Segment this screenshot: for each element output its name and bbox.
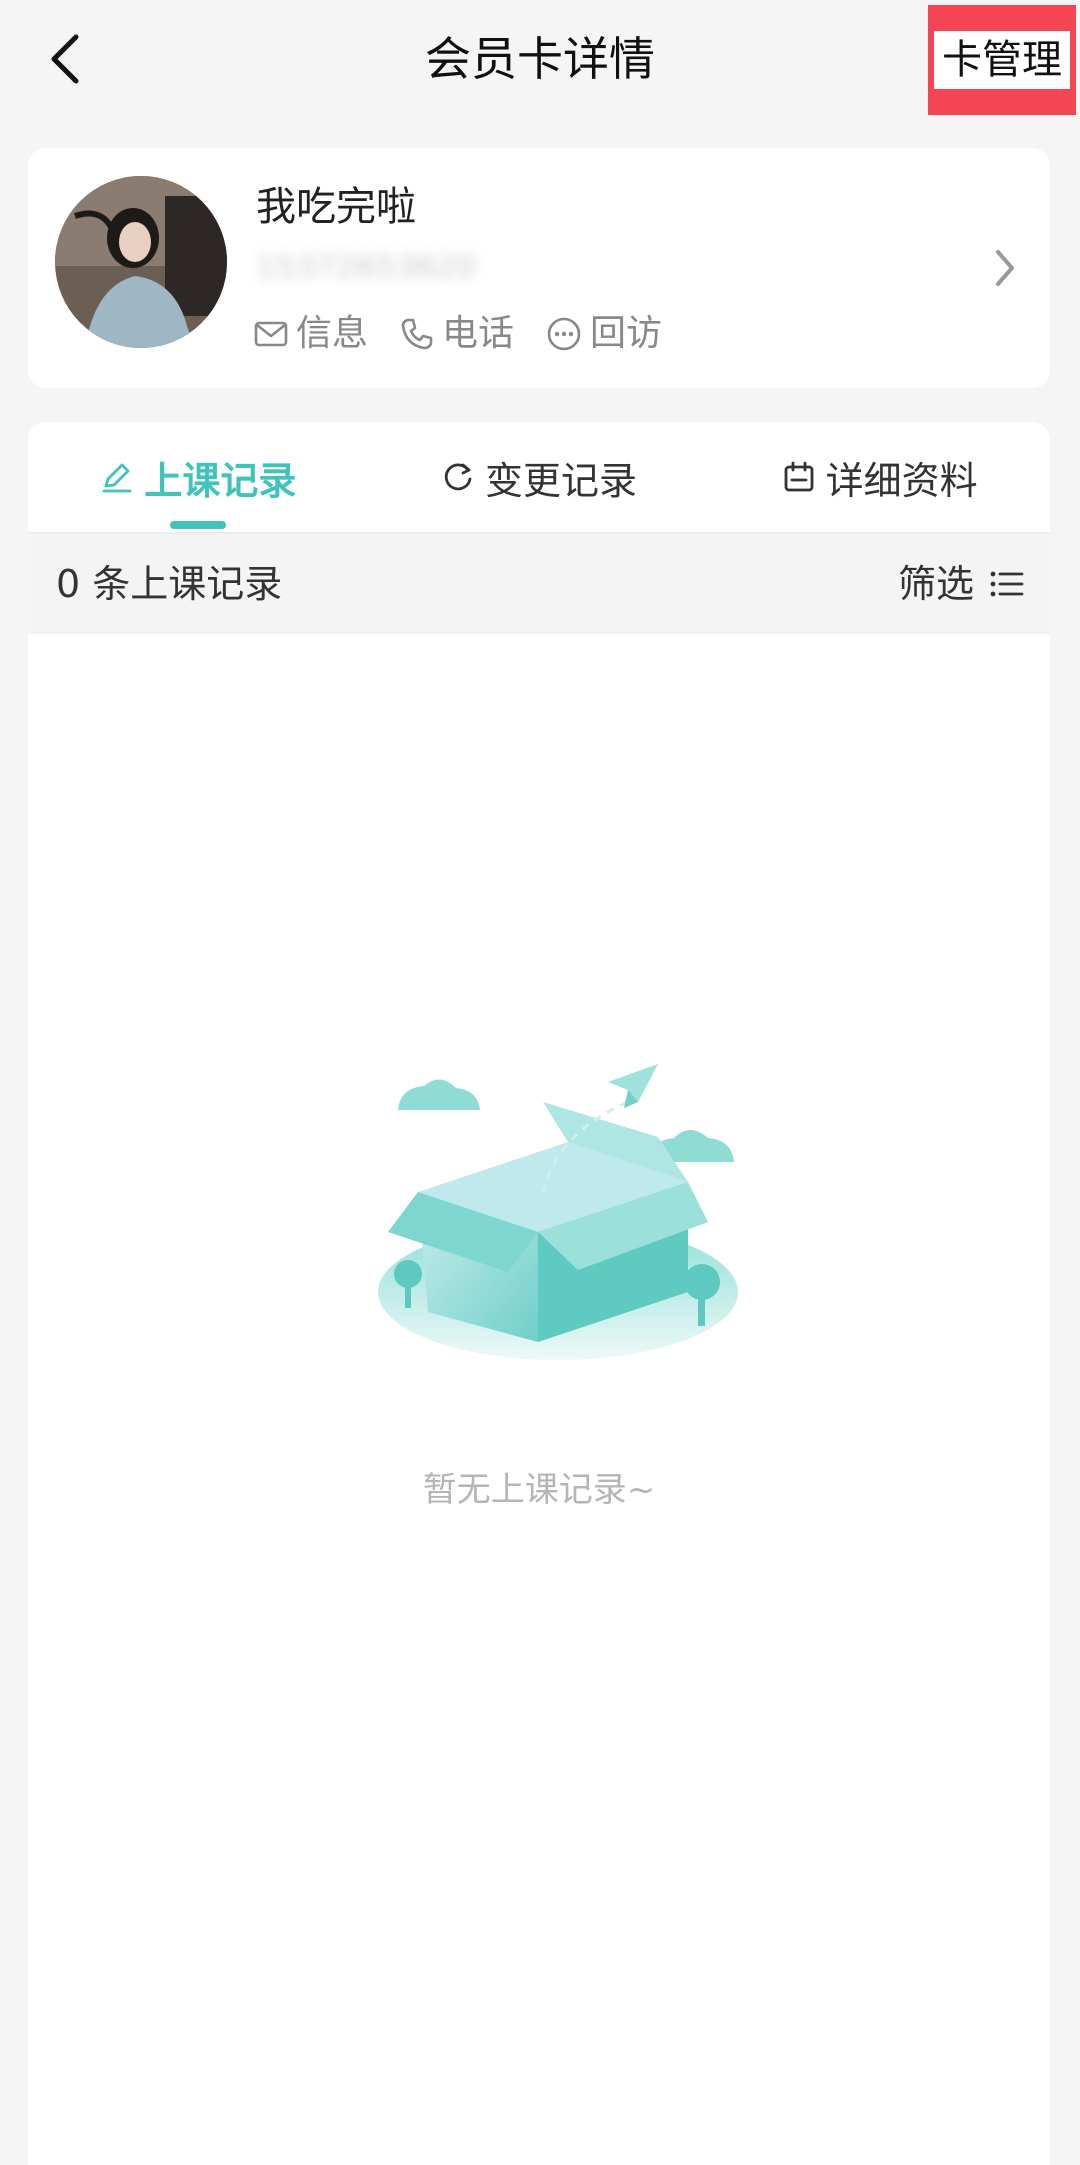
- call-action-label: 电话: [442, 313, 515, 354]
- tab-class-records[interactable]: 上课记录: [28, 422, 369, 532]
- active-tab-indicator: [170, 521, 226, 529]
- member-profile-card[interactable]: 我吃完啦 15372653620 信息 电话 回访: [28, 148, 1050, 388]
- top-nav-bar: 会员卡详情 卡管理: [0, 0, 1080, 118]
- pencil-icon: [102, 463, 132, 493]
- empty-state-text: 暂无上课记录~: [422, 1470, 656, 1510]
- records-toolbar: 0 条上课记录 筛选: [28, 534, 1050, 634]
- tab-change-records-label: 变更记录: [485, 458, 638, 503]
- tab-change-records[interactable]: 变更记录: [369, 422, 710, 532]
- list-filter-icon: [990, 571, 1024, 597]
- card-manage-label: 卡管理: [934, 31, 1070, 89]
- avatar: [55, 176, 227, 348]
- records-count: 0 条上课记录: [56, 562, 283, 606]
- empty-box-illustration: [378, 1064, 738, 1360]
- contact-actions: 信息 电话 回访: [254, 308, 662, 360]
- refresh-icon: [444, 463, 472, 491]
- chevron-right-icon: [996, 250, 1014, 286]
- member-name: 我吃完啦: [256, 184, 416, 230]
- member-phone: 15372653620: [256, 250, 477, 285]
- card-manage-button[interactable]: 卡管理: [928, 5, 1076, 115]
- tab-bar: 上课记录 变更记录 详细资料: [28, 422, 1050, 534]
- phone-icon: [401, 318, 433, 350]
- mail-icon: [254, 321, 288, 347]
- calendar-icon: [784, 461, 814, 492]
- followup-action[interactable]: 回访: [546, 308, 662, 360]
- chat-dots-icon: [547, 317, 581, 351]
- tab-details-label: 详细资料: [825, 458, 978, 503]
- followup-action-label: 回访: [590, 313, 663, 354]
- filter-label: 筛选: [897, 562, 974, 606]
- records-panel: 上课记录 变更记录 详细资料 0 条上课记录 筛选 暂无上课记录~: [28, 422, 1050, 2165]
- message-action-label: 信息: [296, 313, 369, 354]
- page-title: 会员卡详情: [425, 32, 655, 86]
- tab-details[interactable]: 详细资料: [709, 422, 1050, 532]
- call-action[interactable]: 电话: [400, 308, 514, 360]
- tab-class-records-label: 上课记录: [144, 458, 297, 503]
- filter-button[interactable]: 筛选: [898, 554, 1024, 614]
- message-action[interactable]: 信息: [254, 308, 368, 360]
